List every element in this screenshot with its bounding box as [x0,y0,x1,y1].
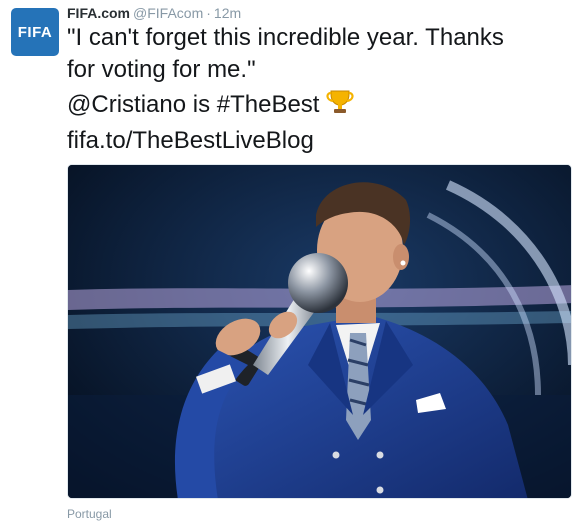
tweet-photo[interactable] [67,164,572,499]
photo-illustration [68,165,571,498]
tweet-location[interactable]: Portugal [67,507,112,521]
trophy-icon [325,86,355,125]
tweet-text-line-3: @Cristiano is #TheBest [67,86,567,125]
tweet-text-line-4: fifa.to/TheBestLiveBlog [67,125,567,157]
tweet-timestamp[interactable]: 12m [214,5,241,21]
tweet-text-line-1: "I can't forget this incredible year. Th… [67,24,504,51]
url-link[interactable]: fifa.to/TheBestLiveBlog [67,127,314,154]
tweet-text-mid: is [186,91,217,118]
mention-link[interactable]: @Cristiano [67,91,186,118]
hashtag-link[interactable]: #TheBest [217,91,320,118]
author-display-name[interactable]: FIFA.com [67,5,130,21]
header-separator: · [206,5,211,21]
tweet-header: FIFA.com @FIFAcom · 12m [67,4,241,22]
tweet-text: "I can't forget this incredible year. Th… [67,22,567,157]
author-screen-name[interactable]: @FIFAcom [133,5,203,21]
tweet-card: FIFA FIFA.com @FIFAcom · 12m "I can't forge… [0,0,575,525]
fifa-avatar[interactable]: FIFA [11,8,59,56]
avatar-logo-text: FIFA [17,23,53,41]
tweet-text-line-2: for voting for me." [67,56,256,83]
